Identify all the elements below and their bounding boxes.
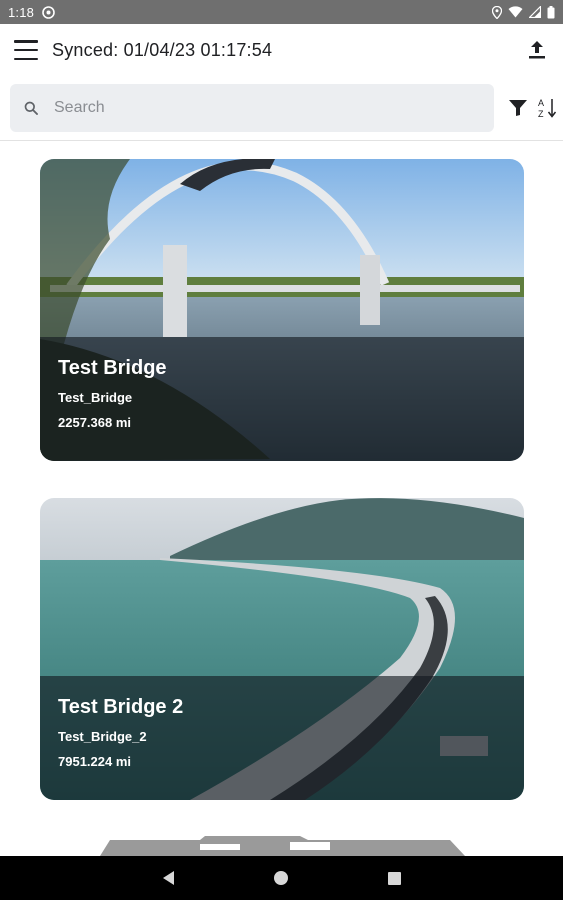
bridge-distance: 2257.368 mi bbox=[58, 415, 132, 430]
search-bar bbox=[10, 84, 494, 132]
app-bar: Synced: 01/04/23 01:17:54 bbox=[0, 24, 563, 76]
search-input[interactable] bbox=[54, 99, 434, 117]
menu-icon[interactable] bbox=[14, 40, 38, 60]
header-divider bbox=[0, 140, 563, 141]
svg-text:Z: Z bbox=[538, 109, 544, 119]
upload-icon[interactable] bbox=[525, 38, 549, 62]
bridge-card-info: Test Bridge Test_Bridge 2257.368 mi bbox=[40, 337, 524, 461]
search-icon bbox=[24, 101, 38, 115]
status-bar: 1:18 bbox=[0, 0, 563, 24]
filter-icon[interactable] bbox=[508, 99, 528, 117]
status-time: 1:18 bbox=[8, 4, 35, 20]
bridge-card-info: Test Bridge 2 Test_Bridge_2 7951.224 mi bbox=[40, 676, 524, 800]
sync-status-title: Synced: 01/04/23 01:17:54 bbox=[52, 39, 273, 60]
wifi-icon bbox=[508, 6, 523, 18]
signal-icon bbox=[529, 6, 541, 18]
sort-az-icon[interactable]: A Z bbox=[538, 97, 558, 119]
bridge-card[interactable]: Test Bridge Test_Bridge 2257.368 mi bbox=[40, 159, 524, 461]
at-icon bbox=[42, 5, 55, 19]
bridge-code: Test_Bridge_2 bbox=[58, 729, 147, 744]
back-icon[interactable] bbox=[162, 871, 174, 885]
battery-icon bbox=[547, 5, 555, 18]
bridge-code: Test_Bridge bbox=[58, 390, 133, 405]
bridge-card[interactable]: Test Bridge 2 Test_Bridge_2 7951.224 mi bbox=[40, 498, 524, 800]
svg-text:A: A bbox=[538, 98, 544, 108]
home-icon[interactable] bbox=[273, 871, 288, 885]
bridge-name: Test Bridge bbox=[58, 357, 167, 379]
bridge-photo bbox=[100, 836, 465, 856]
location-icon bbox=[492, 5, 502, 19]
system-nav-bar bbox=[0, 856, 563, 900]
bridge-distance: 7951.224 mi bbox=[58, 754, 132, 769]
bridge-name: Test Bridge 2 bbox=[58, 696, 184, 718]
bridge-card-partial[interactable] bbox=[40, 834, 524, 856]
recents-icon[interactable] bbox=[387, 871, 401, 885]
